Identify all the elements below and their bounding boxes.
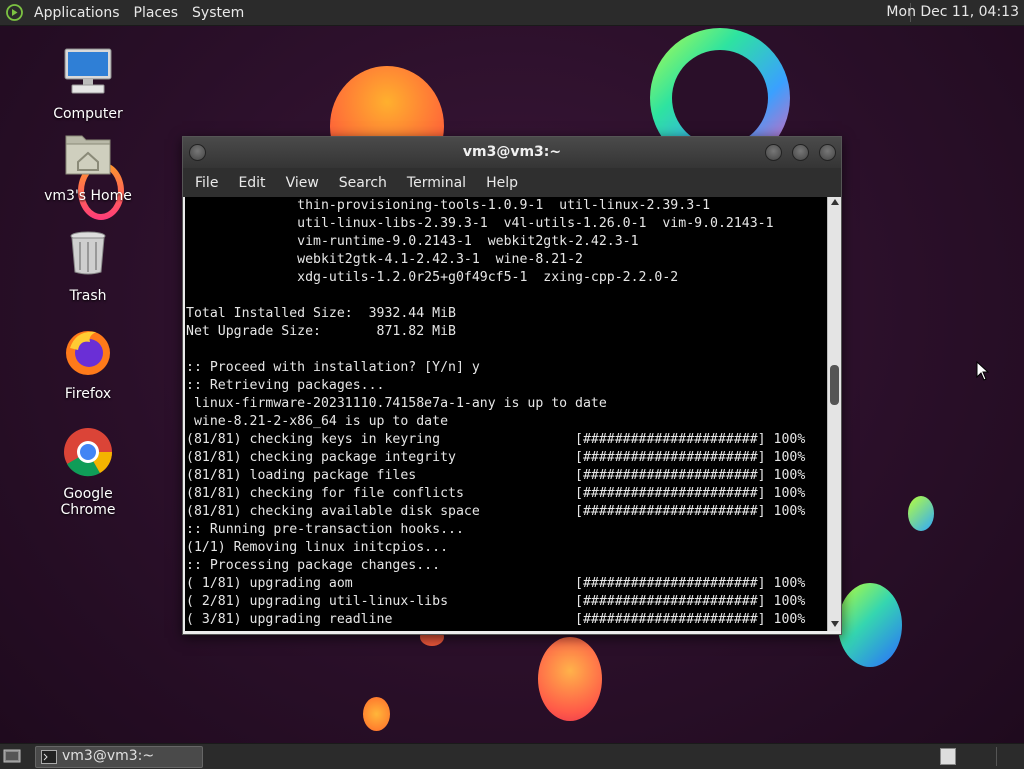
places-menu[interactable]: Places <box>134 5 179 21</box>
taskbar-button-label: vm3@vm3:~ <box>62 748 155 764</box>
terminal-scrollbar[interactable] <box>827 197 841 631</box>
scroll-down-arrow-icon[interactable] <box>831 621 839 627</box>
menu-search[interactable]: Search <box>339 175 387 191</box>
wallpaper-blob <box>538 637 602 721</box>
wallpaper-blob <box>838 583 902 667</box>
menu-file[interactable]: File <box>195 175 218 191</box>
firefox-icon <box>66 331 110 375</box>
desktop-icon-label: Computer <box>53 106 123 122</box>
menu-terminal[interactable]: Terminal <box>407 175 466 191</box>
terminal-line: (81/81) checking available disk space [#… <box>186 504 806 519</box>
desktop-icon-label: vm3's Home <box>44 188 132 204</box>
system-menu[interactable]: System <box>192 5 244 21</box>
maximize-button[interactable] <box>792 144 809 161</box>
top-panel: Applications Places System Mon Dec 11, 0… <box>0 0 1024 26</box>
desktop-icon-label: Trash <box>69 288 107 304</box>
terminal-window[interactable]: vm3@vm3:~ File Edit View Search Terminal… <box>182 136 842 635</box>
home-folder-icon <box>65 135 111 175</box>
terminal-line: webkit2gtk-4.1-2.42.3-1 wine-8.21-2 <box>186 252 583 267</box>
terminal-line: vim-runtime-9.0.2143-1 webkit2gtk-2.42.3… <box>186 234 639 249</box>
desktop-icon-label: Firefox <box>64 386 112 402</box>
desktop-icon-label: Google Chrome <box>60 486 116 518</box>
terminal-line: linux-firmware-20231110.74158e7a-1-any i… <box>186 396 607 411</box>
trash-icon <box>70 231 106 275</box>
minimize-button[interactable] <box>765 144 782 161</box>
wallpaper-blob <box>363 697 390 731</box>
terminal-line: :: Processing package changes... <box>186 558 441 573</box>
terminal-line: :: Running pre-transaction hooks... <box>186 522 464 537</box>
terminal-icon <box>41 750 57 764</box>
terminal-line: :: Retrieving packages... <box>186 378 385 393</box>
terminal-output[interactable]: thin-provisioning-tools-1.0.9-1 util-lin… <box>185 197 827 631</box>
scrollbar-thumb[interactable] <box>830 365 839 405</box>
workspace-switcher[interactable] <box>940 748 956 765</box>
bottom-panel: vm3@vm3:~ <box>0 743 1024 769</box>
terminal-line: (81/81) checking keys in keyring [######… <box>186 432 806 447</box>
mouse-pointer-icon <box>976 361 990 381</box>
menu-edit[interactable]: Edit <box>238 175 265 191</box>
desktop-icon-chrome[interactable]: Google Chrome <box>38 426 138 518</box>
panel-separator <box>996 747 997 766</box>
terminal-line: xdg-utils-1.2.0r25+g0f49cf5-1 zxing-cpp-… <box>186 270 679 285</box>
terminal-line: (81/81) checking for file conflicts [###… <box>186 486 806 501</box>
terminal-line: Net Upgrade Size: 871.82 MiB <box>186 324 456 339</box>
taskbar-button-terminal[interactable]: vm3@vm3:~ <box>35 746 203 768</box>
computer-icon <box>64 48 112 94</box>
terminal-line: :: Proceed with installation? [Y/n] y <box>186 360 480 375</box>
terminal-line: ( 2/81) upgrading util-linux-libs [#####… <box>186 594 806 609</box>
close-button[interactable] <box>819 144 836 161</box>
terminal-line: ( 1/81) upgrading aom [#################… <box>186 576 806 591</box>
terminal-line: wine-8.21-2-x86_64 is up to date <box>186 414 449 429</box>
terminal-line: Total Installed Size: 3932.44 MiB <box>186 306 456 321</box>
desktop-icon-firefox[interactable]: Firefox <box>38 326 138 402</box>
desktop-icon-home[interactable]: vm3's Home <box>38 128 138 204</box>
terminal-line: thin-provisioning-tools-1.0.9-1 util-lin… <box>186 198 711 213</box>
terminal-line: util-linux-libs-2.39.3-1 v4l-utils-1.26.… <box>186 216 774 231</box>
terminal-line: (81/81) checking package integrity [####… <box>186 450 806 465</box>
chrome-icon <box>64 428 113 477</box>
applications-menu[interactable]: Applications <box>34 5 120 21</box>
terminal-line: (1/1) Removing linux initcpios... <box>186 540 449 555</box>
window-title: vm3@vm3:~ <box>462 144 562 160</box>
clock[interactable]: Mon Dec 11, 04:13 <box>886 4 1019 20</box>
show-desktop-icon[interactable] <box>3 748 21 764</box>
desktop-icon-computer[interactable]: Computer <box>38 46 138 122</box>
terminal-line: ( 3/81) upgrading readline [############… <box>186 612 806 627</box>
applications-logo-icon[interactable] <box>6 4 23 21</box>
scroll-up-arrow-icon[interactable] <box>831 199 839 205</box>
window-titlebar[interactable]: vm3@vm3:~ <box>183 137 841 168</box>
desktop-icon-trash[interactable]: Trash <box>38 228 138 304</box>
window-menu-button[interactable] <box>189 144 206 161</box>
terminal-menubar: File Edit View Search Terminal Help <box>183 168 841 197</box>
menu-help[interactable]: Help <box>486 175 518 191</box>
menu-view[interactable]: View <box>286 175 319 191</box>
wallpaper-blob <box>908 496 934 531</box>
terminal-line: (81/81) loading package files [#########… <box>186 468 806 483</box>
